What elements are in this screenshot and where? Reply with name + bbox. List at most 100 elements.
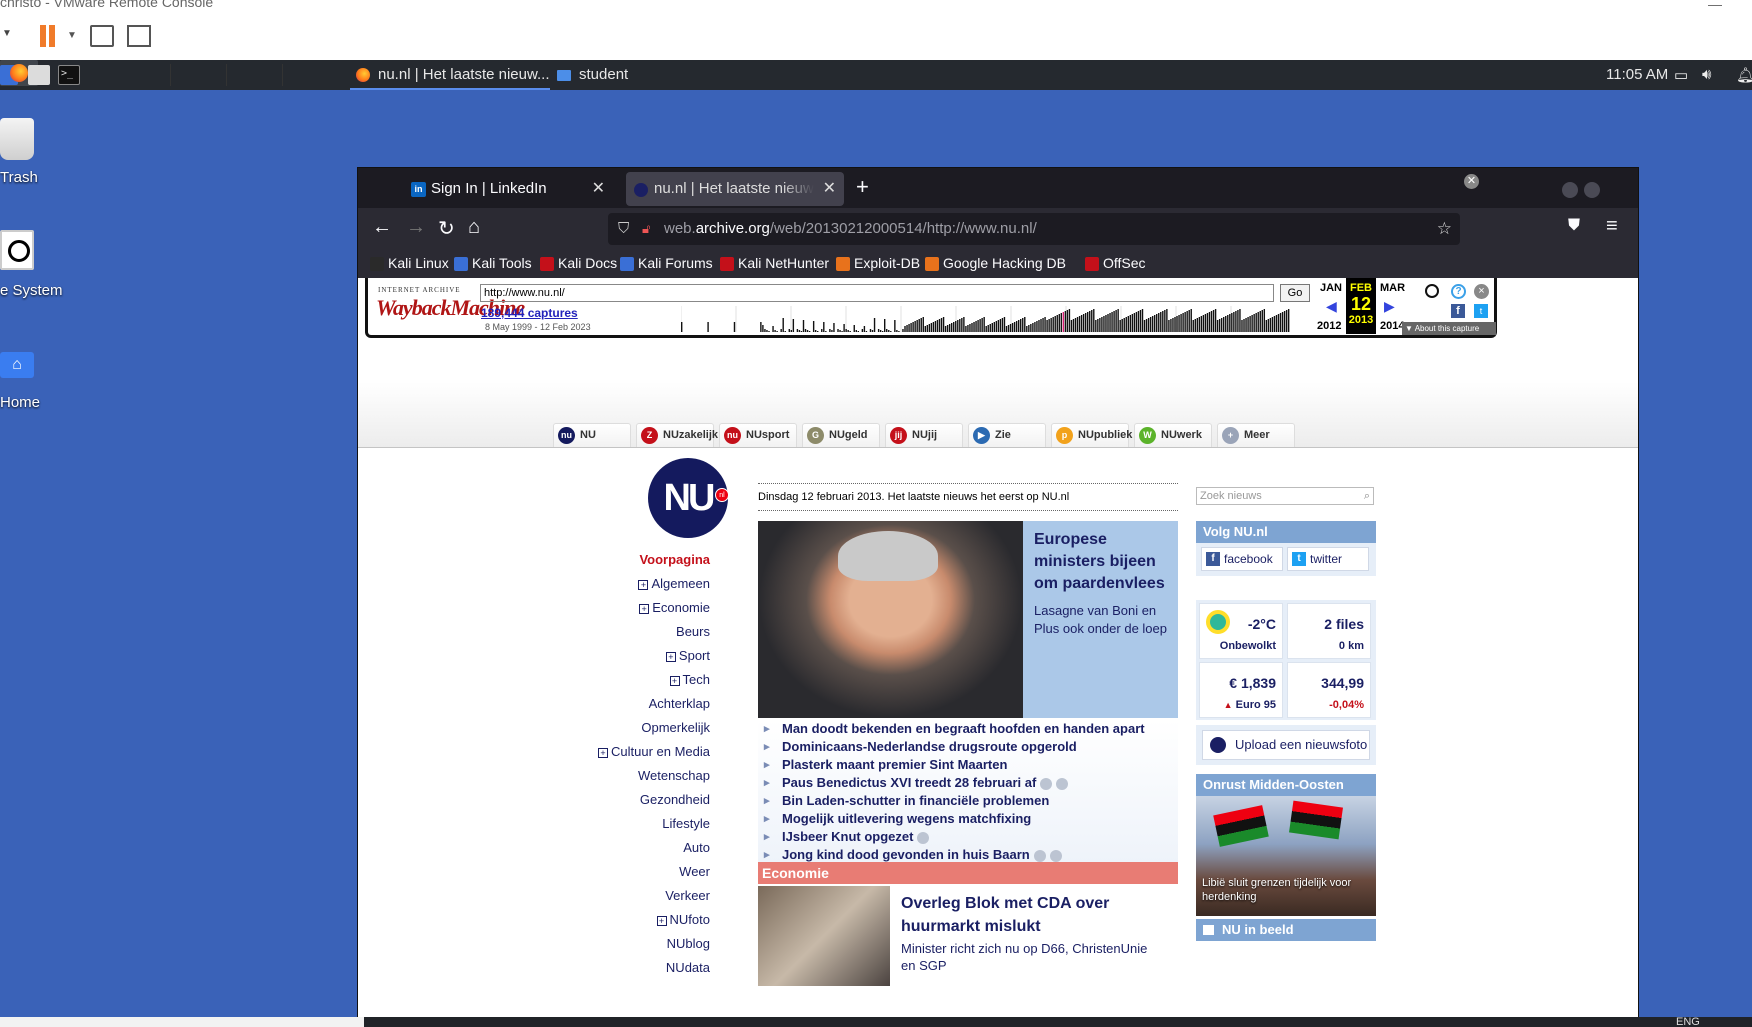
bookmark-item[interactable]: Kali Linux <box>370 255 449 271</box>
file-manager-icon[interactable] <box>28 65 50 85</box>
window-maximize-button[interactable] <box>1584 182 1600 198</box>
nav-item[interactable]: NUblog <box>558 932 710 956</box>
bookmark-item[interactable]: OffSec <box>1085 255 1146 271</box>
headline-text[interactable]: Mogelijk uitlevering wegens matchfixing <box>782 811 1031 826</box>
pause-icon[interactable] <box>38 25 58 49</box>
pause-menu-caret-icon[interactable]: ▼ <box>67 30 77 41</box>
lead-story[interactable]: Europese ministers bijeen om paardenvlee… <box>758 521 1178 718</box>
nu-tab[interactable]: G NUgeld <box>802 423 880 447</box>
video-icon[interactable] <box>1040 777 1053 790</box>
twitter-icon[interactable]: t <box>1474 304 1488 318</box>
home-button[interactable]: ⌂ <box>468 216 480 239</box>
bookmark-item[interactable]: Kali Tools <box>454 255 532 271</box>
tab-nunl[interactable]: nu.nl | Het laatste nieuws ✕ <box>626 172 844 206</box>
notification-bell-icon[interactable]: 🔔︎ <box>1736 66 1752 84</box>
workspace-2[interactable] <box>170 64 222 86</box>
reload-button[interactable]: ↻ <box>438 216 455 241</box>
wayback-next-month[interactable]: MAR <box>1380 282 1405 294</box>
desktop-label-trash[interactable]: Trash <box>0 169 38 186</box>
expand-icon[interactable]: + <box>598 747 608 758</box>
nu-tab[interactable]: nu NUsport <box>719 423 797 447</box>
workspace-3[interactable] <box>226 64 278 86</box>
photo-icon[interactable] <box>917 831 930 844</box>
expand-icon[interactable]: + <box>639 603 650 614</box>
display-icon[interactable]: ▭ <box>1674 66 1688 84</box>
nav-item[interactable]: + Tech <box>558 668 710 692</box>
headline-item[interactable]: Paus Benedictus XVI treedt 28 februari a… <box>758 774 1178 792</box>
new-tab-button[interactable]: + <box>856 174 869 200</box>
headline-item[interactable]: IJsbeer Knut opgezet <box>758 828 1178 846</box>
mideast-photo[interactable]: Libië sluit grenzen tijdelijk voor herde… <box>1196 796 1376 916</box>
search-icon[interactable]: ⌕ <box>1364 488 1370 504</box>
headline-item[interactable]: Bin Laden-schutter in financiële problem… <box>758 792 1178 810</box>
headline-item[interactable]: Dominicaans-Nederlandse drugsroute opger… <box>758 738 1178 756</box>
nu-tab[interactable]: W NUwerk <box>1134 423 1212 447</box>
nav-item[interactable]: Voorpagina <box>558 548 710 572</box>
window-minimize-button[interactable] <box>1562 182 1578 198</box>
bookmark-item[interactable]: Google Hacking DB <box>925 255 1066 271</box>
wayback-prev-arrow-icon[interactable]: ◀ <box>1326 298 1337 315</box>
headline-text[interactable]: Paus Benedictus XVI treedt 28 februari a… <box>782 775 1036 790</box>
nu-tab[interactable]: nu NU <box>553 423 631 447</box>
upload-photo-button[interactable]: Upload een nieuwsfoto <box>1202 730 1370 760</box>
wayback-next-year[interactable]: 2014 <box>1380 320 1404 332</box>
window-close-button[interactable]: ✕ <box>1464 174 1479 189</box>
lead-story-title[interactable]: Europese ministers bijeen om paardenvlee… <box>1034 529 1174 595</box>
taskbar-item-student[interactable]: student <box>555 60 628 90</box>
wayback-captures-link[interactable]: 189,444 captures <box>481 306 578 320</box>
close-tab-icon[interactable]: ✕ <box>592 172 605 206</box>
about-capture-button[interactable]: ▼ About this capture <box>1402 322 1496 335</box>
headline-item[interactable]: Plasterk maant premier Sint Maarten <box>758 756 1178 774</box>
wayback-next-arrow-icon[interactable]: ▶ <box>1384 298 1395 315</box>
close-tab-icon[interactable]: ✕ <box>823 172 836 206</box>
wayback-url-input[interactable]: http://www.nu.nl/ <box>480 284 1274 302</box>
filesystem-icon[interactable] <box>0 230 34 270</box>
nav-item[interactable]: Lifestyle <box>558 812 710 836</box>
economie-story-photo[interactable] <box>758 886 890 986</box>
nav-item[interactable]: + Cultuur en Media <box>558 740 710 764</box>
trash-icon[interactable] <box>0 118 34 160</box>
photo-icon[interactable] <box>1056 777 1069 790</box>
headline-text[interactable]: IJsbeer Knut opgezet <box>782 829 913 844</box>
photo-icon[interactable] <box>1049 849 1062 862</box>
lead-story-subtitle[interactable]: Lasagne van Boni en Plus ook onder de lo… <box>1034 602 1169 638</box>
nav-item[interactable]: Verkeer <box>558 884 710 908</box>
facebook-icon[interactable]: f <box>1451 304 1465 318</box>
desktop-label-home[interactable]: Home <box>0 394 40 411</box>
forward-button[interactable]: → <box>406 216 426 239</box>
nu-tab[interactable]: jij NUjij <box>885 423 963 447</box>
nav-item[interactable]: + Economie <box>558 596 710 620</box>
mideast-title[interactable]: Onrust Midden-Oosten <box>1196 774 1376 796</box>
wayback-close-icon[interactable]: × <box>1474 284 1489 299</box>
nav-item[interactable]: Auto <box>558 836 710 860</box>
section-header-economie[interactable]: Economie <box>758 862 1178 884</box>
headline-text[interactable]: Plasterk maant premier Sint Maarten <box>782 757 1007 772</box>
fullscreen-icon[interactable] <box>127 25 151 47</box>
economie-story-title[interactable]: Overleg Blok met CDA over huurmarkt misl… <box>901 892 1121 938</box>
nav-item[interactable]: + Sport <box>558 644 710 668</box>
user-icon[interactable] <box>1425 284 1439 298</box>
nav-item[interactable]: + NUfoto <box>558 908 710 932</box>
pocket-icon[interactable]: ⛊ <box>1568 217 1580 235</box>
expand-icon[interactable]: + <box>638 579 649 590</box>
nav-item[interactable]: Opmerkelijk <box>558 716 710 740</box>
nu-tab[interactable]: ▶ Zie <box>968 423 1046 447</box>
nav-item[interactable]: Gezondheid <box>558 788 710 812</box>
volume-icon[interactable]: 🔊︎ <box>1702 66 1711 83</box>
headline-item[interactable]: Mogelijk uitlevering wegens matchfixing <box>758 810 1178 828</box>
back-button[interactable]: ← <box>372 216 392 239</box>
nav-item[interactable]: Weer <box>558 860 710 884</box>
economie-story-subtitle[interactable]: Minister richt zich nu op D66, ChristenU… <box>901 940 1161 974</box>
wayback-prev-month[interactable]: JAN <box>1320 282 1342 294</box>
help-icon[interactable]: ? <box>1451 284 1466 299</box>
bookmark-item[interactable]: Exploit-DB <box>836 255 920 271</box>
nav-item[interactable]: Wetenschap <box>558 764 710 788</box>
headline-text[interactable]: Jong kind dood gevonden in huis Baarn <box>782 847 1030 862</box>
tracking-shield-icon[interactable]: ⛉ <box>618 213 629 245</box>
bookmark-star-icon[interactable]: ☆ <box>1437 213 1452 245</box>
headline-text[interactable]: Dominicaans-Nederlandse drugsroute opger… <box>782 739 1077 754</box>
headline-item[interactable]: Man doodt bekenden en begraaft hoofden e… <box>758 720 1178 738</box>
facebook-button[interactable]: f facebook <box>1201 547 1283 571</box>
desktop-label-filesystem[interactable]: e System <box>0 282 63 299</box>
workspace-4[interactable] <box>282 64 334 86</box>
